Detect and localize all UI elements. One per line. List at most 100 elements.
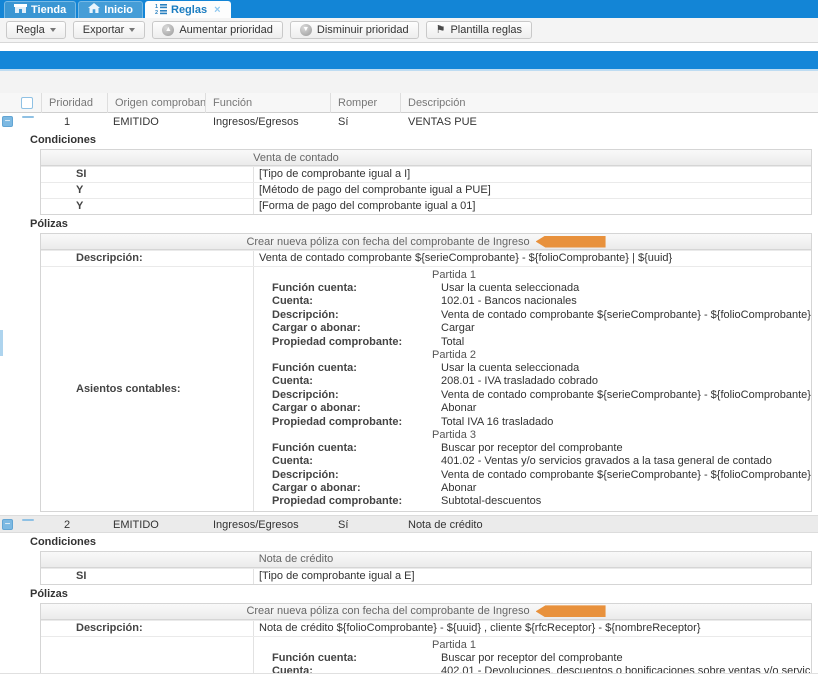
- field-value: Buscar por receptor del comprobante: [441, 652, 811, 665]
- condition-expression: [Tipo de comprobante igual a E]: [254, 569, 811, 584]
- field-label: Cargar o abonar:: [254, 482, 441, 495]
- field-value: Total: [441, 336, 811, 349]
- grid-header: Prioridad Origen comprobante Función Rom…: [0, 93, 818, 113]
- field-value: Total IVA 16 trasladado: [441, 416, 811, 429]
- field-label: Descripción:: [254, 309, 441, 322]
- cell-descripcion: Nota de crédito: [408, 516, 483, 534]
- poliza-descripcion-row: Descripción: Venta de contado comprobant…: [41, 250, 811, 266]
- tab-tienda[interactable]: Tienda: [4, 1, 76, 18]
- column-header-prioridad[interactable]: Prioridad: [41, 93, 107, 113]
- orange-highlight-arrow: [536, 236, 606, 248]
- flag-icon: ⚑: [436, 25, 446, 36]
- condiciones-table-rule2: Nota de crédito SI [Tipo de comprobante …: [40, 551, 812, 585]
- tab-inicio[interactable]: Inicio: [78, 1, 143, 18]
- field-label: Descripción:: [41, 621, 254, 636]
- field-label: Descripción:: [41, 251, 254, 266]
- arrow-up-circle-icon: ▲: [162, 24, 174, 36]
- filter-band: [0, 71, 818, 93]
- field-value: 402.01 - Devoluciones, descuentos o boni…: [441, 665, 811, 674]
- field-label: Propiedad comprobante:: [254, 495, 441, 508]
- condiciones-label: Condiciones: [30, 134, 818, 147]
- collapse-icon[interactable]: −: [2, 519, 13, 530]
- cell-romper: Sí: [338, 113, 348, 131]
- field-value: Buscar por receptor del comprobante: [441, 442, 811, 455]
- select-all-checkbox[interactable]: [21, 97, 33, 109]
- field-value: Subtotal-descuentos: [441, 495, 811, 508]
- field-value: 401.02 - Ventas y/o servicios gravados a…: [441, 455, 811, 468]
- field-value: Usar la cuenta seleccionada: [441, 362, 811, 375]
- poliza-title: Crear nueva póliza con fecha del comprob…: [246, 603, 529, 619]
- partida-title: Partida 3: [254, 429, 654, 442]
- cell-origen: EMITIDO: [113, 516, 159, 534]
- svg-text:2: 2: [155, 10, 158, 15]
- regla-menu-button[interactable]: Regla: [6, 21, 66, 39]
- condition-operator: Y: [41, 199, 254, 214]
- condition-row: SI [Tipo de comprobante igual a E]: [41, 568, 811, 584]
- button-label: Regla: [16, 24, 45, 36]
- column-header-romper[interactable]: Romper: [330, 93, 400, 113]
- cell-origen: EMITIDO: [113, 113, 159, 131]
- rule-2-checkbox[interactable]: [22, 519, 34, 521]
- field-label: Función cuenta:: [254, 282, 441, 295]
- left-scroll-strip[interactable]: [0, 330, 3, 356]
- toolbar: Regla Exportar ▲ Aumentar prioridad ▼ Di…: [0, 18, 818, 43]
- chevron-down-icon: [129, 28, 135, 32]
- field-label: Propiedad comprobante:: [254, 416, 441, 429]
- rule-1-checkbox[interactable]: [22, 116, 34, 118]
- condition-expression: [Tipo de comprobante igual a I]: [254, 167, 811, 182]
- condiciones-title: Venta de contado: [41, 150, 551, 166]
- collapse-icon[interactable]: −: [2, 116, 13, 127]
- disminuir-prioridad-button[interactable]: ▼ Disminuir prioridad: [290, 21, 419, 39]
- field-label: Cargar o abonar:: [254, 322, 441, 335]
- cell-descripcion: VENTAS PUE: [408, 113, 477, 131]
- spacer: [0, 43, 818, 51]
- partida-title: Partida 2: [254, 349, 654, 362]
- field-label: Función cuenta:: [254, 442, 441, 455]
- field-value: Nota de crédito ${folioComprobante} - ${…: [254, 621, 811, 636]
- column-header-descripcion[interactable]: Descripción: [400, 93, 817, 113]
- poliza-descripcion-row: Descripción: Nota de crédito ${folioComp…: [41, 620, 811, 636]
- rule-row-1[interactable]: − 1 EMITIDO Ingresos/Egresos Sí VENTAS P…: [0, 113, 818, 131]
- cell-romper: Sí: [338, 516, 348, 534]
- home-icon: [88, 3, 100, 17]
- condition-row: SI [Tipo de comprobante igual a I]: [41, 166, 811, 182]
- field-label: Cuenta:: [254, 375, 441, 388]
- polizas-table-rule2: Crear nueva póliza con fecha del comprob…: [40, 603, 812, 674]
- field-value: 102.01 - Bancos nacionales: [441, 295, 811, 308]
- field-value: 208.01 - IVA trasladado cobrado: [441, 375, 811, 388]
- cell-funcion: Ingresos/Egresos: [213, 516, 299, 534]
- field-value: Cargar: [441, 322, 811, 335]
- aumentar-prioridad-button[interactable]: ▲ Aumentar prioridad: [152, 21, 283, 39]
- cell-prioridad: 2: [42, 516, 92, 534]
- rules-window: Tienda Inicio 12 Reglas × Regla Exportar…: [0, 0, 818, 674]
- field-label: Cargar o abonar:: [254, 402, 441, 415]
- arrow-down-circle-icon: ▼: [300, 24, 312, 36]
- close-icon[interactable]: ×: [214, 5, 220, 15]
- rule-row-2[interactable]: − 2 EMITIDO Ingresos/Egresos Sí Nota de …: [0, 515, 818, 533]
- tab-reglas[interactable]: 12 Reglas ×: [145, 1, 231, 18]
- asientos-row: Asientos contables: Partida 1 Función cu…: [41, 266, 811, 511]
- field-label: Función cuenta:: [254, 652, 441, 665]
- condition-operator: SI: [41, 569, 254, 584]
- partida-title: Partida 1: [254, 639, 654, 652]
- cell-funcion: Ingresos/Egresos: [213, 113, 299, 131]
- field-label: Cuenta:: [254, 665, 441, 674]
- field-value: Usar la cuenta seleccionada: [441, 282, 811, 295]
- condiciones-table-rule1: Venta de contado SI [Tipo de comprobante…: [40, 149, 812, 215]
- plantilla-reglas-button[interactable]: ⚑ Plantilla reglas: [426, 21, 532, 39]
- column-header-funcion[interactable]: Función: [205, 93, 330, 113]
- condition-expression: [Forma de pago del comprobante igual a 0…: [254, 199, 811, 214]
- field-label: Descripción:: [254, 469, 441, 482]
- asientos-label: [41, 637, 254, 674]
- asientos-row: Partida 1 Función cuenta:Buscar por rece…: [41, 636, 811, 674]
- selection-banner: [0, 51, 818, 71]
- column-header-origen[interactable]: Origen comprobante: [107, 93, 205, 113]
- condiciones-title: Nota de crédito: [41, 551, 551, 567]
- condiciones-label: Condiciones: [30, 536, 818, 549]
- poliza-title: Crear nueva póliza con fecha del comprob…: [246, 234, 529, 250]
- button-label: Exportar: [83, 24, 125, 36]
- exportar-menu-button[interactable]: Exportar: [73, 21, 146, 39]
- condition-row: Y [Método de pago del comprobante igual …: [41, 182, 811, 198]
- rules-list-icon: 12: [155, 3, 167, 18]
- tab-label: Reglas: [171, 4, 207, 16]
